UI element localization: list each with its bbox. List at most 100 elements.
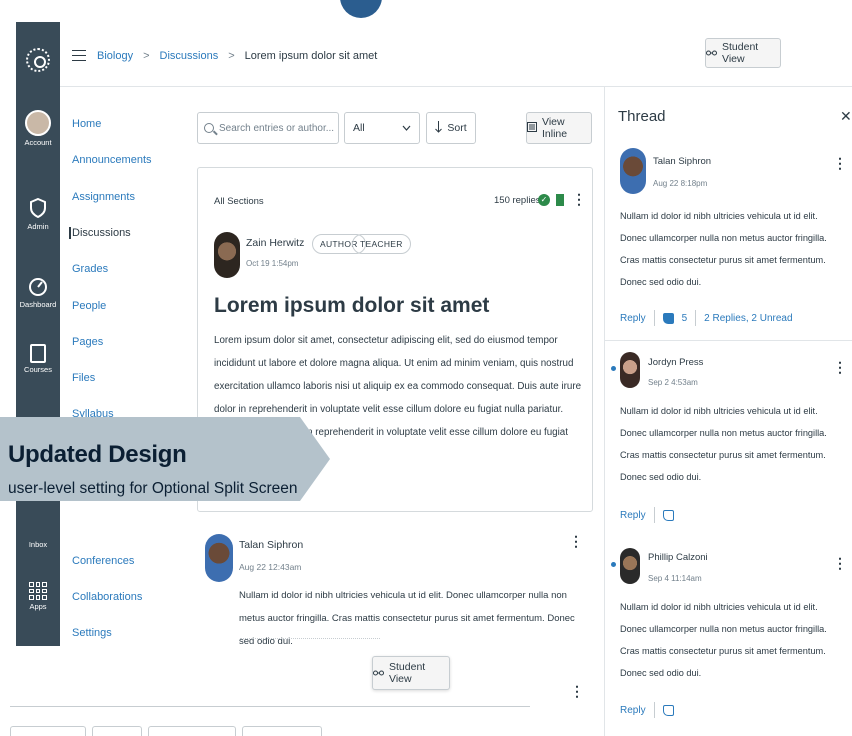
more-options-icon[interactable]: ⋮ bbox=[833, 156, 847, 170]
thread-body: Nullam id dolor id nibh ultricies vehicu… bbox=[620, 602, 827, 678]
course-nav-home[interactable]: Home bbox=[72, 118, 101, 130]
thumbs-up-icon[interactable] bbox=[662, 509, 674, 521]
course-nav-people[interactable]: People bbox=[72, 300, 106, 312]
speedometer-icon bbox=[27, 276, 49, 298]
thread-date: Aug 22 8:18pm bbox=[653, 179, 708, 188]
thread-author: Phillip Calzoni bbox=[648, 552, 708, 563]
filter-select[interactable]: All bbox=[344, 112, 420, 144]
check-icon: ✓ bbox=[538, 194, 550, 206]
thread-panel-divider bbox=[604, 87, 605, 736]
replies-summary-link[interactable]: 2 Replies, 2 Unread bbox=[704, 313, 792, 324]
breadcrumb-course[interactable]: Biology bbox=[97, 50, 133, 62]
post-date: Oct 19 1:54pm bbox=[246, 259, 299, 268]
thread-body: Nullam id dolor id nibh ultricies vehicu… bbox=[620, 406, 827, 482]
thumbs-up-icon[interactable] bbox=[662, 312, 674, 324]
student-view-button[interactable]: Student View bbox=[705, 38, 781, 68]
search-icon bbox=[204, 123, 214, 133]
divider bbox=[605, 340, 852, 341]
bookmark-icon[interactable] bbox=[556, 194, 564, 206]
author-name: Zain Herwitz bbox=[246, 237, 305, 249]
divider bbox=[10, 706, 530, 707]
view-inline-button[interactable]: View Inline bbox=[526, 112, 592, 144]
more-options-icon[interactable]: ⋮ bbox=[833, 360, 847, 374]
course-nav-conferences[interactable]: Conferences bbox=[72, 555, 134, 567]
thread-body: Nullam id dolor id nibh ultricies vehicu… bbox=[620, 211, 827, 287]
avatar bbox=[214, 232, 240, 278]
reply-actions-placeholder bbox=[240, 638, 380, 642]
teacher-badge: TEACHER bbox=[352, 234, 411, 254]
reply-count: 150 replies bbox=[494, 195, 541, 206]
avatar bbox=[205, 534, 233, 582]
breadcrumb: Biology > Discussions > Lorem ipsum dolo… bbox=[97, 50, 377, 62]
tab[interactable] bbox=[242, 726, 322, 736]
global-nav-inbox[interactable]: Inbox bbox=[16, 538, 60, 549]
thumbs-up-icon[interactable] bbox=[662, 704, 674, 716]
arrow-down-icon bbox=[435, 120, 443, 136]
avatar bbox=[620, 148, 646, 194]
hamburger-icon[interactable] bbox=[72, 50, 86, 65]
course-nav-settings[interactable]: Settings bbox=[72, 627, 112, 639]
thread-date: Sep 4 11:14am bbox=[648, 574, 702, 583]
thread-author: Talan Siphron bbox=[653, 156, 712, 167]
post-title: Lorem ipsum dolor sit amet bbox=[214, 294, 490, 317]
student-view-button[interactable]: Student View bbox=[372, 656, 450, 690]
course-nav-grades[interactable]: Grades bbox=[72, 263, 108, 275]
breadcrumb-current: Lorem ipsum dolor sit amet bbox=[244, 50, 378, 62]
thread-title: Thread bbox=[618, 108, 666, 125]
more-options-icon[interactable]: ⋮ bbox=[569, 534, 583, 548]
unread-indicator bbox=[611, 366, 616, 371]
reply-date: Aug 22 12:43am bbox=[239, 562, 302, 572]
thread-actions: Reply bbox=[620, 702, 674, 718]
close-icon[interactable]: ✕ bbox=[840, 108, 852, 125]
chevron-down-icon bbox=[402, 122, 411, 134]
course-nav-discussions[interactable]: Discussions bbox=[69, 227, 131, 239]
breadcrumb-separator: > bbox=[228, 50, 235, 62]
more-options-icon[interactable]: ⋮ bbox=[572, 192, 586, 206]
global-nav-dashboard[interactable]: Dashboard bbox=[16, 276, 60, 309]
glasses-icon bbox=[706, 47, 717, 59]
avatar bbox=[620, 352, 640, 388]
breadcrumb-separator: > bbox=[143, 50, 150, 62]
unread-indicator bbox=[611, 562, 616, 567]
global-nav: Account Admin Dashboard Courses Inbox Ap… bbox=[16, 22, 60, 646]
reply-button[interactable]: Reply bbox=[620, 510, 646, 521]
top-decoration bbox=[340, 0, 382, 18]
search-input[interactable]: Search entries or author... bbox=[197, 112, 339, 144]
bottom-tabs bbox=[10, 726, 322, 736]
course-nav-assignments[interactable]: Assignments bbox=[72, 191, 135, 203]
reply-author: Talan Siphron bbox=[239, 539, 304, 551]
thread-author: Jordyn Press bbox=[648, 357, 704, 368]
course-nav-announcements[interactable]: Announcements bbox=[72, 154, 152, 166]
tab[interactable] bbox=[92, 726, 142, 736]
global-nav-apps[interactable]: Apps bbox=[16, 582, 60, 611]
global-nav-account[interactable]: Account bbox=[16, 110, 60, 147]
apps-icon bbox=[29, 582, 47, 600]
course-nav-collaborations[interactable]: Collaborations bbox=[72, 591, 142, 603]
shield-icon bbox=[27, 197, 49, 220]
course-nav-pages[interactable]: Pages bbox=[72, 336, 103, 348]
more-options-icon[interactable]: ⋮ bbox=[833, 556, 847, 570]
thread-date: Sep 2 4:53am bbox=[648, 378, 698, 387]
tab[interactable] bbox=[148, 726, 236, 736]
reply-button[interactable]: Reply bbox=[620, 313, 646, 324]
avatar bbox=[25, 110, 51, 136]
reply-body: Nullam id dolor id nibh ultricies vehicu… bbox=[239, 590, 575, 647]
thread-actions: Reply bbox=[620, 507, 674, 523]
thread-actions: Reply 5 2 Replies, 2 Unread bbox=[620, 310, 793, 326]
course-nav-files[interactable]: Files bbox=[72, 372, 95, 384]
canvas-logo-icon[interactable] bbox=[26, 48, 50, 72]
breadcrumb-discussions[interactable]: Discussions bbox=[160, 50, 219, 62]
book-icon bbox=[30, 344, 46, 363]
glasses-icon bbox=[373, 667, 384, 679]
reply-button[interactable]: Reply bbox=[620, 705, 646, 716]
header-divider bbox=[60, 86, 852, 87]
sections-label: All Sections bbox=[214, 196, 264, 207]
banner-subtitle: user-level setting for Optional Split Sc… bbox=[8, 480, 298, 497]
global-nav-admin[interactable]: Admin bbox=[16, 197, 60, 231]
global-nav-courses[interactable]: Courses bbox=[16, 344, 60, 374]
list-icon bbox=[527, 121, 537, 135]
avatar bbox=[620, 548, 640, 584]
tab[interactable] bbox=[10, 726, 86, 736]
more-options-icon[interactable]: ⋮ bbox=[570, 684, 584, 698]
sort-button[interactable]: Sort bbox=[426, 112, 476, 144]
